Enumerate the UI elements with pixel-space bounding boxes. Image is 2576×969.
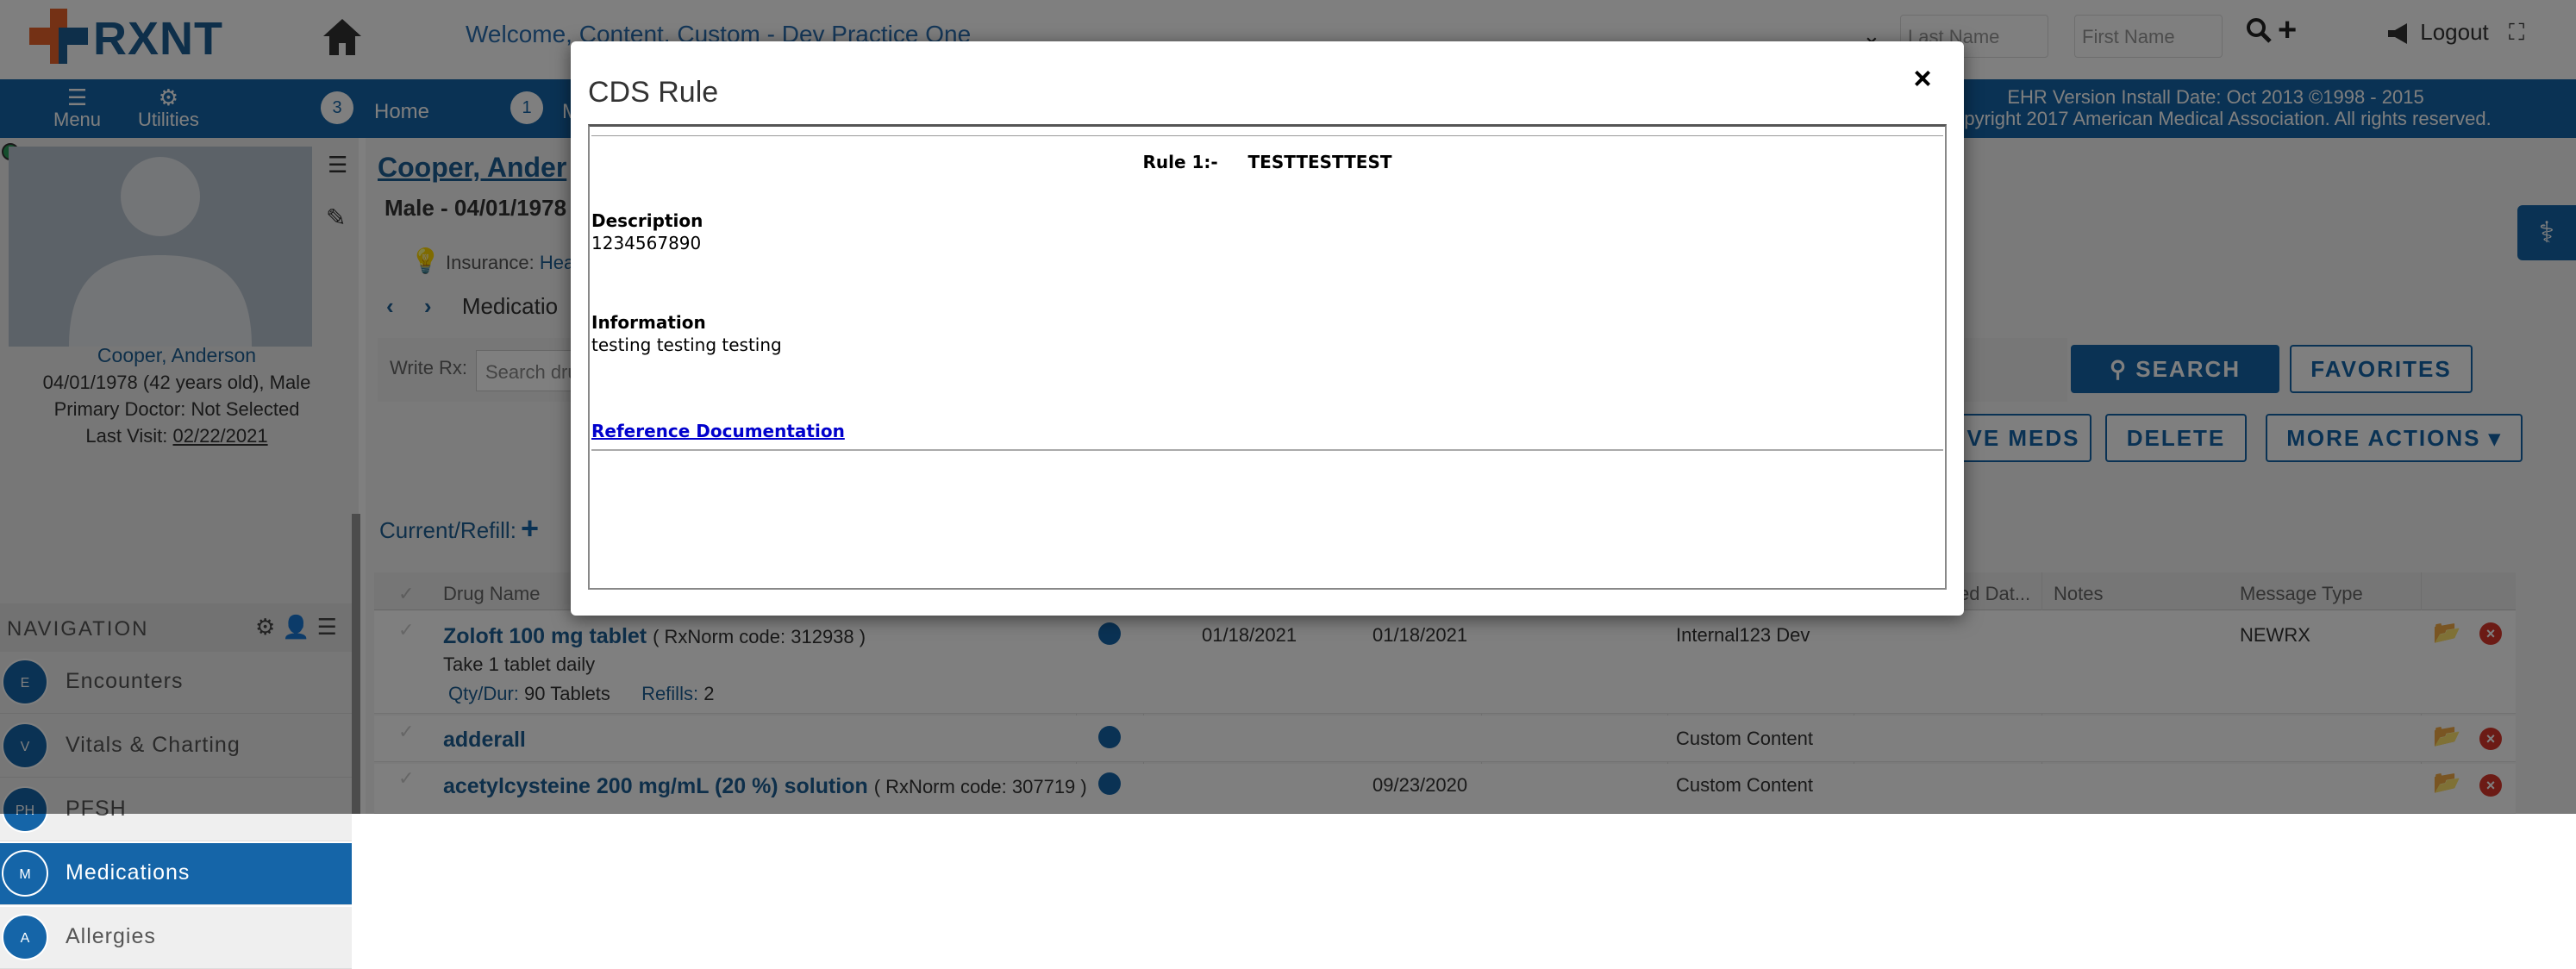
nav-item-badge: M xyxy=(2,850,48,897)
information-label: Information xyxy=(591,312,706,333)
description-label: Description xyxy=(591,210,703,231)
description-value: 1234567890 xyxy=(591,233,702,253)
nav-item-label: Allergies xyxy=(66,924,156,948)
nav-item-label: Medications xyxy=(66,860,191,885)
nav-item-badge: A xyxy=(2,914,48,960)
information-value: testing testing testing xyxy=(591,334,782,355)
reference-documentation-link[interactable]: Reference Documentation xyxy=(591,421,845,441)
rule-details: Rule 1:- TESTTESTTEST Description 123456… xyxy=(591,135,1943,451)
cds-rule-modal: CDS Rule × Rule 1:- TESTTESTTEST Descrip… xyxy=(571,41,1964,616)
nav-item-medications[interactable]: M Medications xyxy=(0,843,352,905)
modal-title: CDS Rule xyxy=(588,76,719,109)
close-button[interactable]: × xyxy=(1905,60,1940,96)
rule-content-frame: Rule 1:- TESTTESTTEST Description 123456… xyxy=(588,124,1947,590)
rule-title: Rule 1:- TESTTESTTEST xyxy=(1142,152,1392,172)
nav-item-allergies[interactable]: A Allergies xyxy=(0,907,352,969)
